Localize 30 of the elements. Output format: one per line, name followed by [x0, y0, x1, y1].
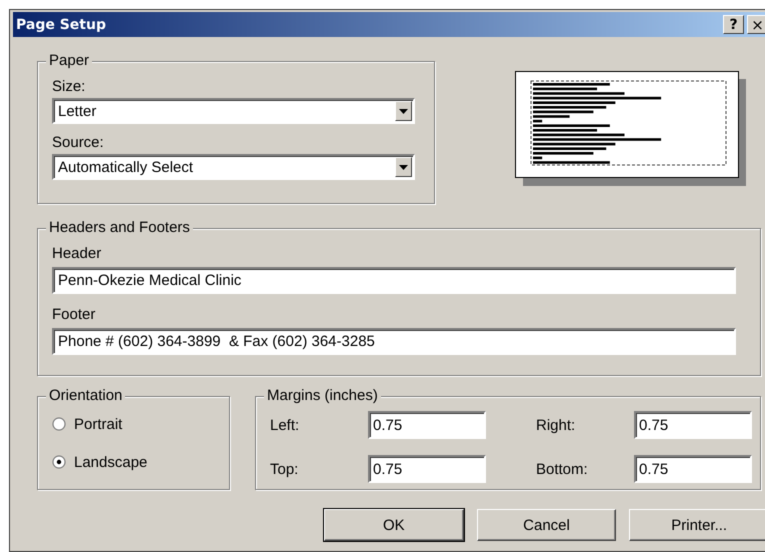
window-title: Page Setup	[16, 16, 107, 32]
caret-icon	[399, 109, 408, 114]
input-field[interactable]: 0.75	[634, 411, 752, 439]
input-field[interactable]: Phone # (602) 364-3899 & Fax (602) 364-3285	[52, 328, 736, 355]
close-button[interactable]: ×	[747, 15, 765, 34]
dropdown[interactable]: Automatically Select	[52, 154, 415, 180]
margin-label: Right:	[536, 416, 576, 434]
help-button[interactable]: ?	[723, 15, 744, 34]
radio-label: Portrait	[74, 416, 122, 432]
margin-label: Top:	[270, 460, 300, 478]
dropdown[interactable]: Letter	[52, 98, 415, 124]
footer-label: Footer	[52, 306, 96, 324]
margin-label: Left:	[270, 416, 300, 434]
input-field[interactable]: 0.75	[634, 455, 752, 483]
margin-label: Bottom:	[536, 460, 589, 478]
header-label: Header	[52, 245, 102, 263]
input-field[interactable]: Penn-Okezie Medical Clinic	[52, 267, 736, 294]
group-label: Margins (inches)	[264, 387, 381, 405]
input-field[interactable]: 0.75	[368, 455, 486, 483]
radio-button[interactable]	[52, 455, 66, 469]
printer-button[interactable]: Printer...	[629, 509, 765, 541]
group-label: Paper	[46, 52, 92, 70]
caret-icon	[399, 165, 408, 170]
input-field[interactable]: 0.75	[368, 411, 486, 439]
cancel-button[interactable]: Cancel	[476, 509, 616, 541]
ok-button[interactable]: OK	[324, 509, 464, 541]
source-label: Source:	[52, 134, 105, 152]
radio-label: Landscape	[74, 454, 148, 470]
radio-button[interactable]	[52, 417, 66, 431]
size-label: Size:	[52, 78, 86, 96]
